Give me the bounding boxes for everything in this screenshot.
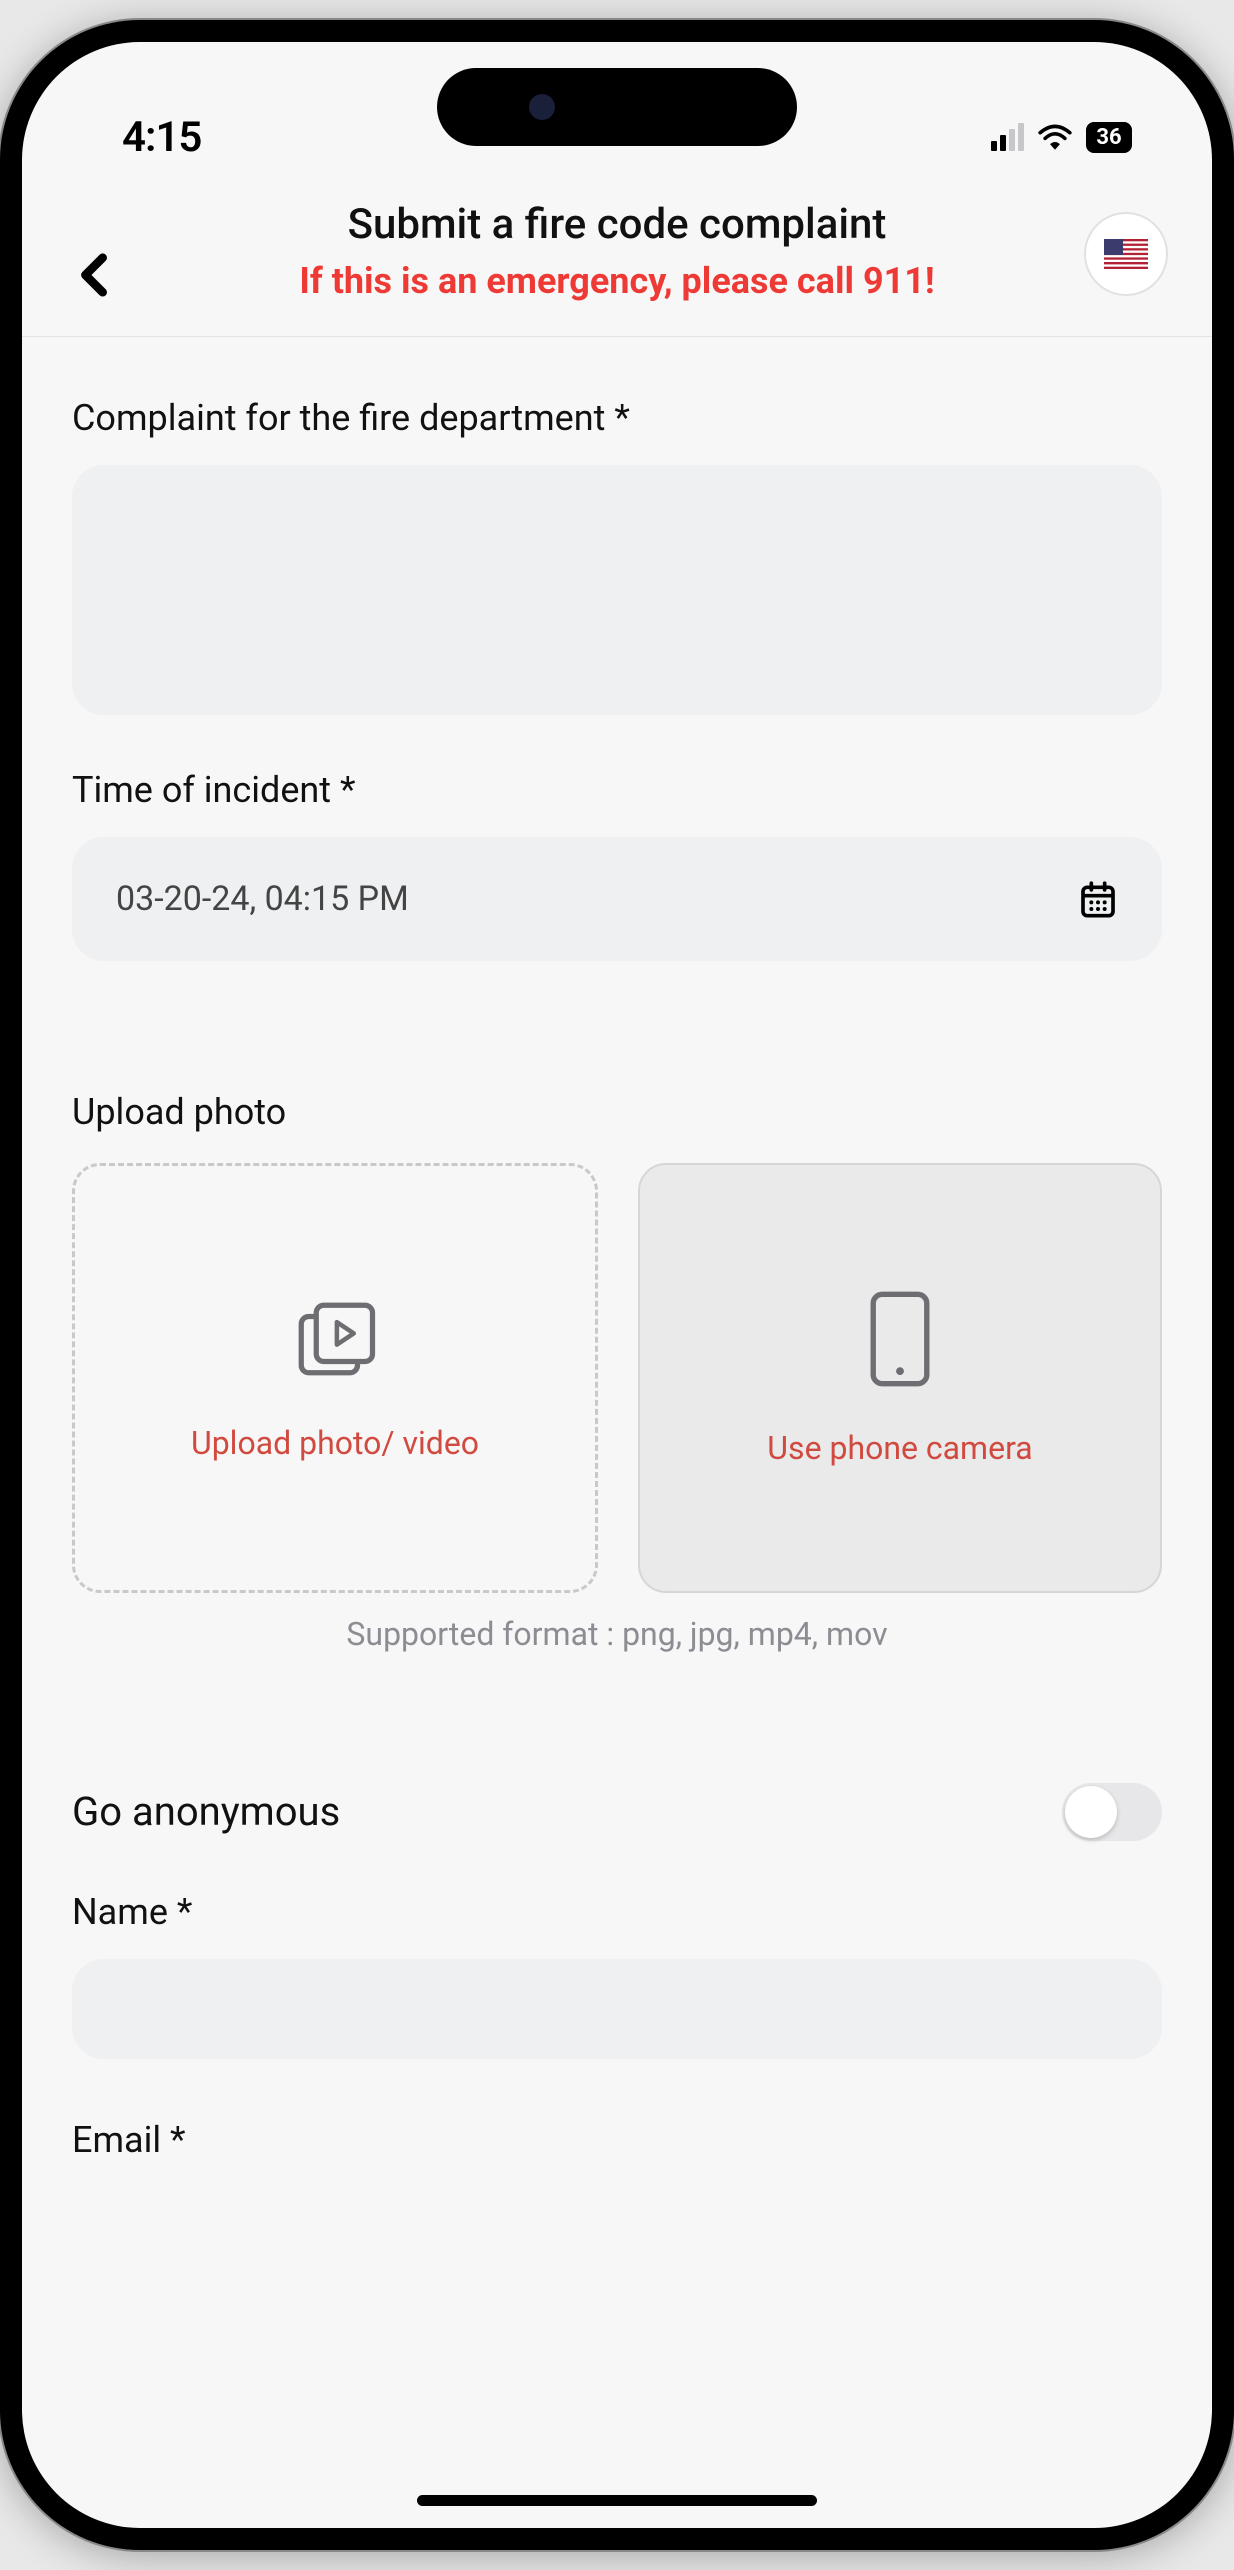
screen: 4:15 36 Submit a fire code complaint bbox=[22, 42, 1212, 2528]
go-anonymous-toggle[interactable] bbox=[1062, 1783, 1162, 1841]
email-label: Email * bbox=[72, 2119, 1162, 2161]
page-header: Submit a fire code complaint If this is … bbox=[22, 182, 1212, 337]
form-content: Complaint for the fire department * Time… bbox=[22, 337, 1212, 2161]
go-anonymous-label: Go anonymous bbox=[72, 1788, 340, 1835]
language-button[interactable] bbox=[1084, 212, 1168, 296]
upload-file-label: Upload photo/ video bbox=[191, 1424, 479, 1462]
battery-level: 36 bbox=[1086, 122, 1132, 153]
wifi-icon bbox=[1038, 124, 1072, 150]
toggle-knob bbox=[1065, 1786, 1117, 1838]
cellular-signal-icon bbox=[991, 123, 1024, 151]
us-flag-icon bbox=[1104, 239, 1148, 269]
media-stack-icon bbox=[290, 1294, 380, 1384]
phone-frame: 4:15 36 Submit a fire code complaint bbox=[0, 20, 1234, 2550]
phone-icon bbox=[864, 1289, 936, 1389]
use-camera-button[interactable]: Use phone camera bbox=[638, 1163, 1162, 1593]
upload-photo-label: Upload photo bbox=[72, 1091, 1162, 1133]
upload-options-row: Upload photo/ video Use phone camera bbox=[72, 1163, 1162, 1593]
name-label: Name * bbox=[72, 1891, 1162, 1933]
calendar-icon bbox=[1078, 879, 1118, 919]
supported-format-hint: Supported format : png, jpg, mp4, mov bbox=[72, 1615, 1162, 1653]
chevron-left-icon bbox=[72, 252, 118, 298]
dynamic-island bbox=[437, 68, 797, 146]
page-title: Submit a fire code complaint bbox=[62, 192, 1172, 249]
name-input[interactable] bbox=[72, 1959, 1162, 2059]
home-indicator[interactable] bbox=[417, 2495, 817, 2506]
upload-file-button[interactable]: Upload photo/ video bbox=[72, 1163, 598, 1593]
back-button[interactable] bbox=[72, 252, 118, 298]
time-of-incident-input[interactable]: 03-20-24, 04:15 PM bbox=[72, 837, 1162, 961]
time-of-incident-value: 03-20-24, 04:15 PM bbox=[116, 879, 409, 919]
status-icons: 36 bbox=[991, 122, 1132, 153]
emergency-warning: If this is an emergency, please call 911… bbox=[242, 257, 992, 306]
use-camera-label: Use phone camera bbox=[767, 1429, 1032, 1467]
go-anonymous-row: Go anonymous bbox=[72, 1783, 1162, 1841]
complaint-label: Complaint for the fire department * bbox=[72, 397, 1162, 439]
status-time: 4:15 bbox=[122, 113, 201, 162]
time-of-incident-label: Time of incident * bbox=[72, 769, 1162, 811]
complaint-textarea[interactable] bbox=[72, 465, 1162, 715]
